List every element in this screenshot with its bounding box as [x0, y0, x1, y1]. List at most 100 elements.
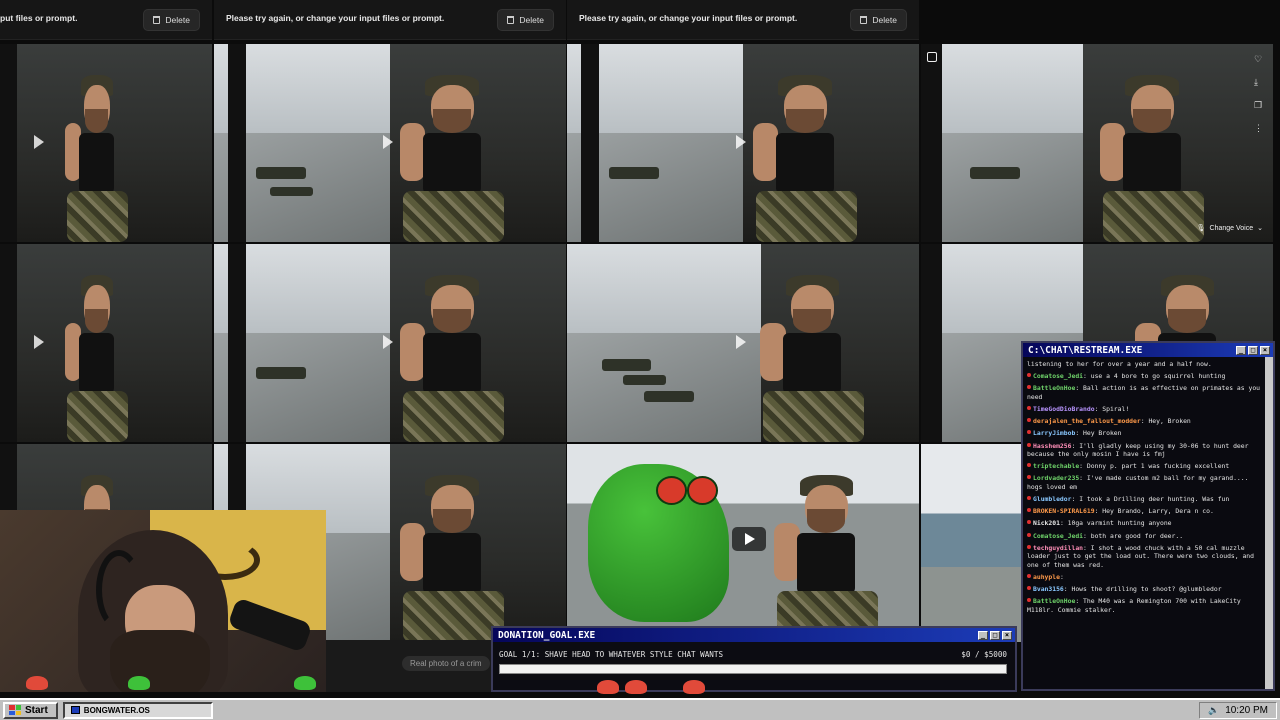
generated-video[interactable]: [567, 444, 919, 642]
generated-image[interactable]: [567, 44, 919, 242]
generated-image[interactable]: [567, 244, 919, 442]
chat-username[interactable]: Comatose_Jedi: [1033, 372, 1083, 380]
chat-text: Hey, Broken: [1148, 417, 1191, 426]
frog-emote: [294, 676, 316, 690]
minimize-button[interactable]: _: [1236, 345, 1246, 355]
start-label: Start: [25, 704, 48, 716]
chat-username[interactable]: BattleOnHoe: [1033, 597, 1075, 605]
chat-message: BROKEN-SPIRAL619: Hey Brando, Larry, Der…: [1027, 507, 1261, 515]
download-icon[interactable]: ⤓: [1254, 77, 1263, 88]
platform-icon: [1027, 496, 1031, 501]
change-voice-button[interactable]: 🎙 Change Voice ⌄: [1196, 224, 1263, 233]
goal-text: GOAL 1/1: SHAVE HEAD TO WHATEVER STYLE C…: [499, 650, 724, 659]
play-icon[interactable]: [382, 335, 393, 350]
generated-image[interactable]: [214, 44, 566, 242]
chat-message: BattleOnHoe: The M40 was a Remington 700…: [1027, 597, 1241, 614]
chat-text: Hey Brando, Larry, Dera n co.: [1102, 507, 1214, 516]
maximize-button[interactable]: □: [1248, 345, 1258, 355]
platform-icon: [1027, 442, 1031, 447]
chat-username[interactable]: BattleOnHoe: [1033, 384, 1075, 392]
delete-button[interactable]: Delete: [850, 8, 907, 31]
chat-message: triptechable: Donny p. part 1 was fuckin…: [1027, 462, 1261, 470]
chat-message: derajalen_the_fallout_modder: Hey, Broke…: [1027, 417, 1261, 425]
chat-message: Lordvader235: I've made custom m2 ball f…: [1027, 474, 1249, 491]
error-bar-3: Please try again, or change your input f…: [567, 0, 919, 40]
error-message: put files or prompt.: [0, 12, 78, 23]
delete-label: Delete: [519, 14, 544, 25]
chat-title: C:\CHAT\RESTREAM.EXE: [1028, 344, 1143, 356]
chat-message: Glumbledor: I took a Drilling deer hunti…: [1027, 495, 1261, 503]
chat-text: 10ga varmint hunting anyone: [1067, 519, 1172, 528]
chat-message: LarryJimbob: Hey Broken: [1027, 429, 1261, 437]
play-icon[interactable]: [33, 135, 44, 150]
delete-label: Delete: [165, 14, 190, 25]
chat-username[interactable]: derajalen_the_fallout_modder: [1033, 417, 1141, 425]
chat-username[interactable]: techguydillan: [1033, 544, 1083, 552]
copy-icon[interactable]: ❐: [1254, 100, 1263, 111]
frog-mascot: [588, 463, 729, 623]
chat-username[interactable]: BROKEN-SPIRAL619: [1033, 507, 1095, 515]
select-checkbox[interactable]: [927, 52, 937, 62]
chat-username[interactable]: Comatose_Jedi: [1033, 532, 1083, 540]
chat-username[interactable]: TimeGodDioBrando: [1033, 405, 1095, 413]
platform-icon: [1027, 463, 1031, 468]
delete-button[interactable]: Delete: [143, 8, 200, 31]
close-button[interactable]: ×: [1260, 345, 1270, 355]
platform-icon: [1027, 475, 1031, 480]
generated-image[interactable]: [0, 244, 212, 442]
delete-button[interactable]: Delete: [497, 8, 554, 31]
chat-message: Bvan3156: Hows the drilling to shoot? @g…: [1027, 585, 1261, 593]
goal-amount: $0 / $5000: [961, 650, 1007, 659]
chat-titlebar: C:\CHAT\RESTREAM.EXE _ □ ×: [1023, 343, 1273, 357]
platform-icon: [1027, 573, 1031, 578]
minimize-button[interactable]: _: [978, 630, 988, 640]
play-icon[interactable]: [382, 135, 393, 150]
tile-actions: ♡ ⤓ ❐ ⋮: [1254, 54, 1263, 134]
chat-message: auhyple:: [1027, 573, 1261, 581]
donation-titlebar: DONATION_GOAL.EXE _ □ ×: [493, 628, 1015, 642]
speaker-icon[interactable]: 🔈: [1208, 705, 1219, 716]
more-icon[interactable]: ⋮: [1254, 123, 1263, 134]
close-button[interactable]: ×: [1002, 630, 1012, 640]
generated-image-selected[interactable]: ♡ ⤓ ❐ ⋮ 🎙 Change Voice ⌄: [921, 44, 1273, 242]
chat-username[interactable]: Nick201: [1033, 519, 1060, 527]
taskbar-item[interactable]: BONGWATER.OS: [62, 701, 213, 719]
platform-icon: [1027, 532, 1031, 537]
chat-message: Comatose_Jedi: use a 4 bore to go squirr…: [1027, 372, 1261, 380]
generated-image[interactable]: [214, 244, 566, 442]
video-play-button[interactable]: [732, 527, 767, 552]
frog-emote: [26, 676, 48, 690]
heart-icon[interactable]: ♡: [1254, 54, 1263, 65]
play-icon[interactable]: [33, 335, 44, 350]
play-icon[interactable]: [735, 135, 746, 150]
platform-icon: [1027, 406, 1031, 411]
chat-message: BattleOnHoe: Ball action is as effective…: [1027, 384, 1261, 401]
generated-image[interactable]: [0, 44, 212, 242]
goal-progress-bar: [499, 664, 1007, 674]
system-tray: 🔈 10:20 PM: [1198, 701, 1277, 719]
platform-icon: [1027, 508, 1031, 513]
chat-username[interactable]: Lordvader235: [1033, 474, 1079, 482]
chat-text: use a 4 bore to go squirrel hunting: [1090, 372, 1226, 381]
generated-image[interactable]: [921, 444, 1021, 642]
chat-username[interactable]: triptechable: [1033, 462, 1079, 470]
chat-window: C:\CHAT\RESTREAM.EXE _ □ × listening to he…: [1021, 341, 1275, 691]
frog-emote: [128, 676, 150, 690]
chat-username[interactable]: auhyple: [1033, 573, 1060, 581]
chat-username[interactable]: LarryJimbob: [1033, 429, 1075, 437]
mic-icon: 🎙: [1196, 225, 1206, 232]
chat-username[interactable]: Bvan3156: [1033, 585, 1064, 593]
chat-text: both are good for deer..: [1090, 531, 1184, 540]
play-icon[interactable]: [735, 335, 746, 350]
scrollbar[interactable]: [1265, 357, 1273, 689]
maximize-button[interactable]: □: [990, 630, 1000, 640]
error-message: Please try again, or change your input f…: [579, 12, 798, 23]
chat-username[interactable]: Hasshem256: [1033, 442, 1071, 450]
clock: 10:20 PM: [1225, 704, 1268, 716]
platform-icon: [1027, 373, 1031, 378]
chat-username[interactable]: Glumbledor: [1033, 495, 1071, 503]
chat-text: Spiral!: [1102, 405, 1130, 414]
window-icon: [70, 706, 80, 714]
windows-logo-icon: [9, 705, 21, 715]
start-button[interactable]: Start: [3, 701, 58, 719]
